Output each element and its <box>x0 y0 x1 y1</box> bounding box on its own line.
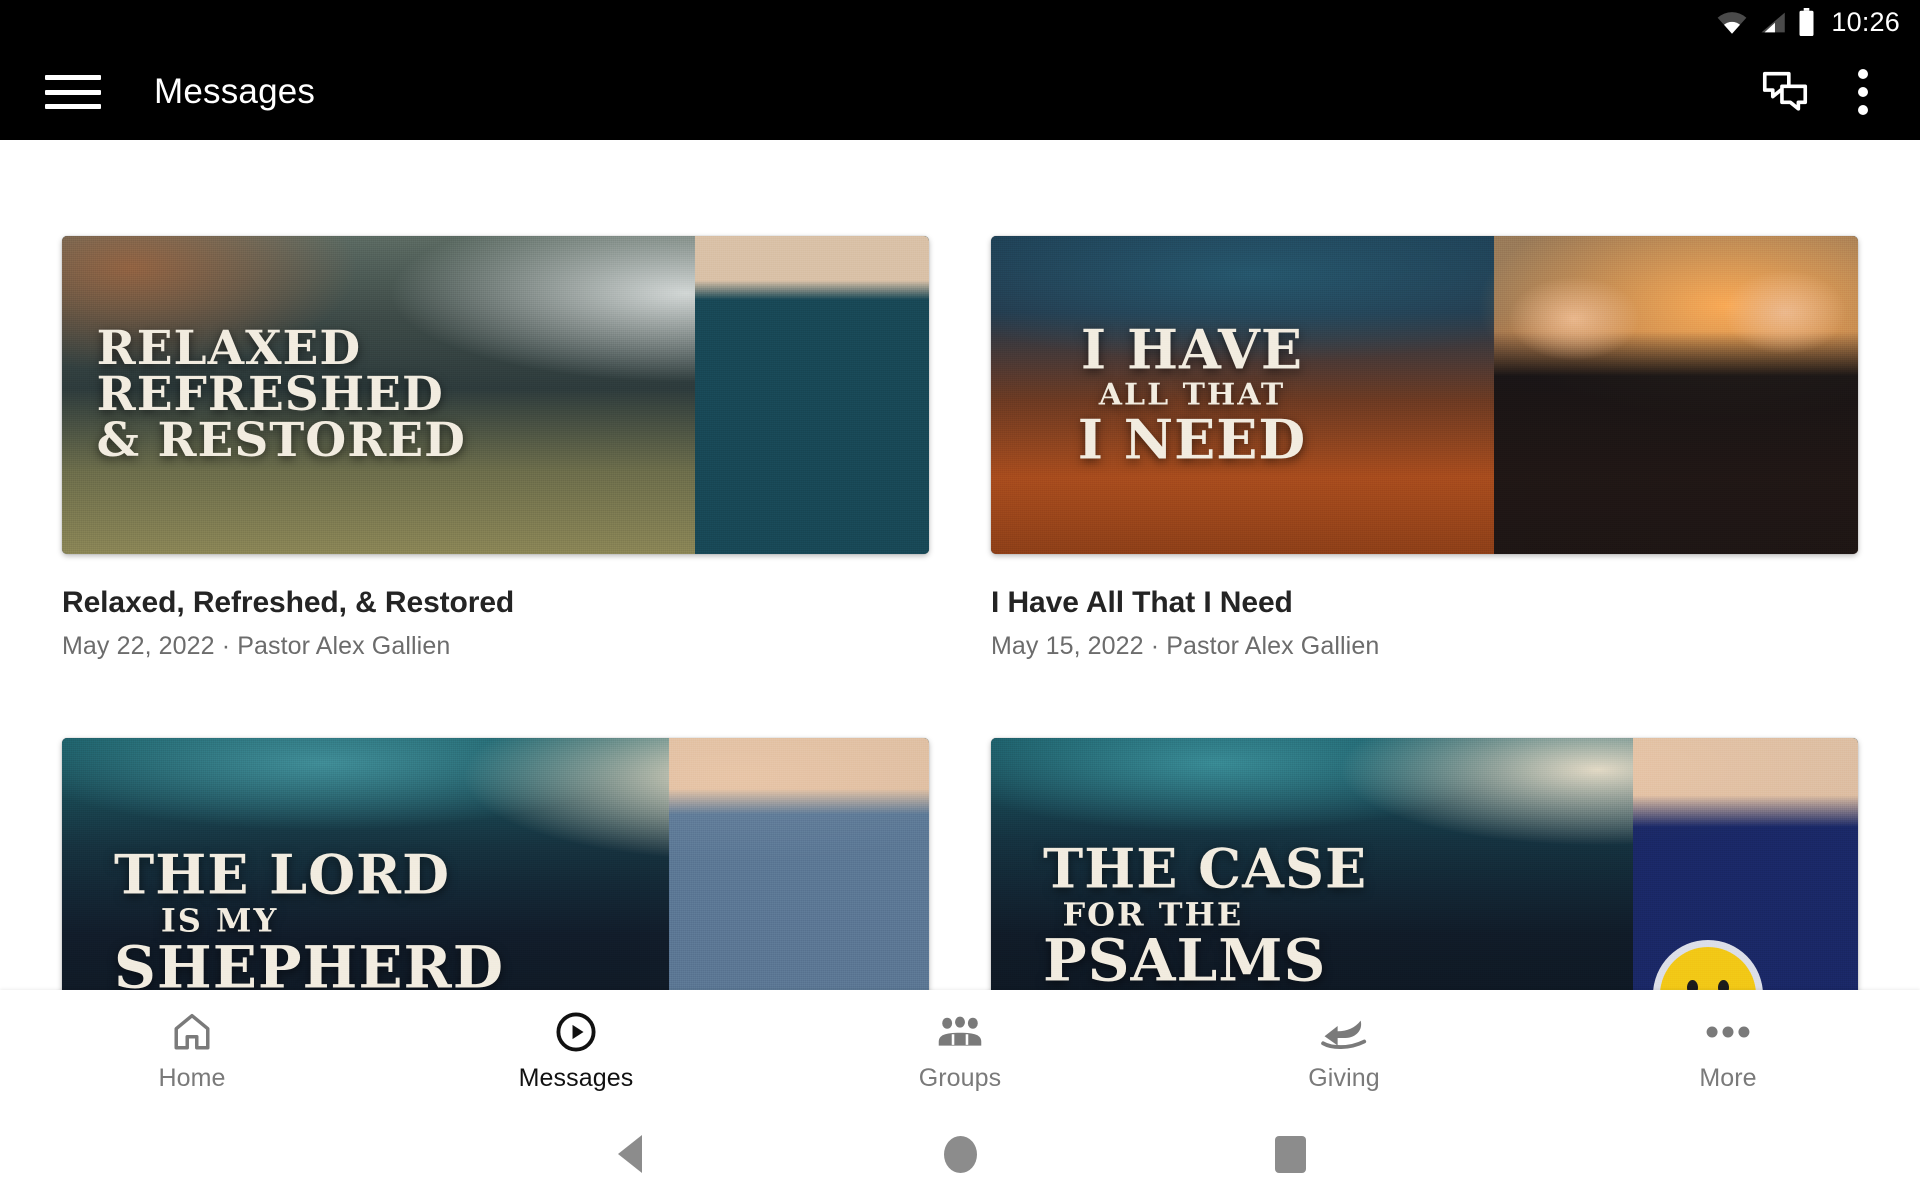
nav-label-more: More <box>1699 1064 1757 1092</box>
grid-row-spacer <box>62 661 929 738</box>
recents-square-icon <box>1274 1135 1306 1173</box>
nav-label-home: Home <box>158 1064 226 1092</box>
wifi-icon <box>1718 11 1747 34</box>
status-bar: 10:26 <box>0 0 1920 44</box>
people-group-icon <box>936 1008 984 1056</box>
battery-icon <box>1799 8 1814 36</box>
artwork-the-case-for-the-psalms: THE CASE FOR THE PSALMS <box>991 738 1858 990</box>
cell-signal-icon <box>1761 12 1786 32</box>
nav-item-home[interactable]: Home <box>0 990 384 1093</box>
home-circle-icon <box>943 1135 977 1173</box>
message-thumbnail[interactable]: THE LORD IS MY SHEPHERD <box>62 738 929 990</box>
nav-label-groups: Groups <box>918 1064 1002 1092</box>
hamburger-menu-icon[interactable] <box>42 69 104 115</box>
bottom-navigation-bar: Home Messages Groups Giving More <box>0 990 1920 1108</box>
app-bar: Messages <box>0 44 1920 140</box>
home-icon <box>170 1008 214 1056</box>
artwork-relaxed-refreshed-restored: RELAXED REFRESHED & RESTORED <box>62 236 929 554</box>
system-home-button[interactable] <box>925 1119 995 1189</box>
nav-item-giving[interactable]: Giving <box>1152 990 1536 1093</box>
grid-row-spacer <box>991 661 1858 738</box>
artwork-grain <box>991 236 1858 554</box>
message-thumbnail[interactable]: I HAVE ALL THAT I NEED <box>991 236 1858 554</box>
status-bar-time: 10:26 <box>1831 6 1900 37</box>
nav-label-messages: Messages <box>518 1064 634 1092</box>
message-thumbnail[interactable]: RELAXED REFRESHED & RESTORED <box>62 236 929 554</box>
message-list-scroll-area[interactable]: RELAXED REFRESHED & RESTORED Relaxed, Re… <box>0 140 1920 990</box>
message-card[interactable]: RELAXED REFRESHED & RESTORED Relaxed, Re… <box>62 236 929 661</box>
message-meta: May 15, 2022 · Pastor Alex Gallien <box>991 632 1380 660</box>
more-dots-icon <box>1705 1008 1751 1056</box>
chat-bubbles-icon[interactable] <box>1762 71 1808 113</box>
message-title: Relaxed, Refreshed, & Restored <box>62 586 515 619</box>
app-bar-actions <box>1762 65 1920 119</box>
message-card[interactable]: THE LORD IS MY SHEPHERD <box>62 738 929 990</box>
message-card[interactable]: I HAVE ALL THAT I NEED I Have All That I… <box>991 236 1858 661</box>
overflow-menu-icon[interactable] <box>1846 65 1880 119</box>
play-circle-icon <box>554 1008 598 1056</box>
message-thumbnail[interactable]: THE CASE FOR THE PSALMS <box>991 738 1858 990</box>
message-meta: May 22, 2022 · Pastor Alex Gallien <box>62 632 451 660</box>
artwork-i-have-all-that-i-need: I HAVE ALL THAT I NEED <box>991 236 1858 554</box>
message-grid: RELAXED REFRESHED & RESTORED Relaxed, Re… <box>0 140 1920 990</box>
page-title: Messages <box>154 72 316 111</box>
message-title: I Have All That I Need <box>991 586 1293 619</box>
message-card[interactable]: THE CASE FOR THE PSALMS <box>991 738 1858 990</box>
giving-hand-heart-icon <box>1321 1008 1367 1056</box>
artwork-grain <box>62 236 929 554</box>
android-system-navigation-bar <box>0 1108 1920 1200</box>
artwork-grain <box>62 738 929 990</box>
artwork-grain <box>991 738 1858 990</box>
nav-item-messages[interactable]: Messages <box>384 990 768 1093</box>
system-recents-button[interactable] <box>1255 1119 1325 1189</box>
back-triangle-icon <box>618 1135 642 1173</box>
nav-item-groups[interactable]: Groups <box>768 990 1152 1093</box>
nav-label-giving: Giving <box>1308 1064 1380 1092</box>
nav-item-more[interactable]: More <box>1536 990 1920 1093</box>
system-back-button[interactable] <box>595 1119 665 1189</box>
artwork-the-lord-is-my-shepherd: THE LORD IS MY SHEPHERD <box>62 738 929 990</box>
